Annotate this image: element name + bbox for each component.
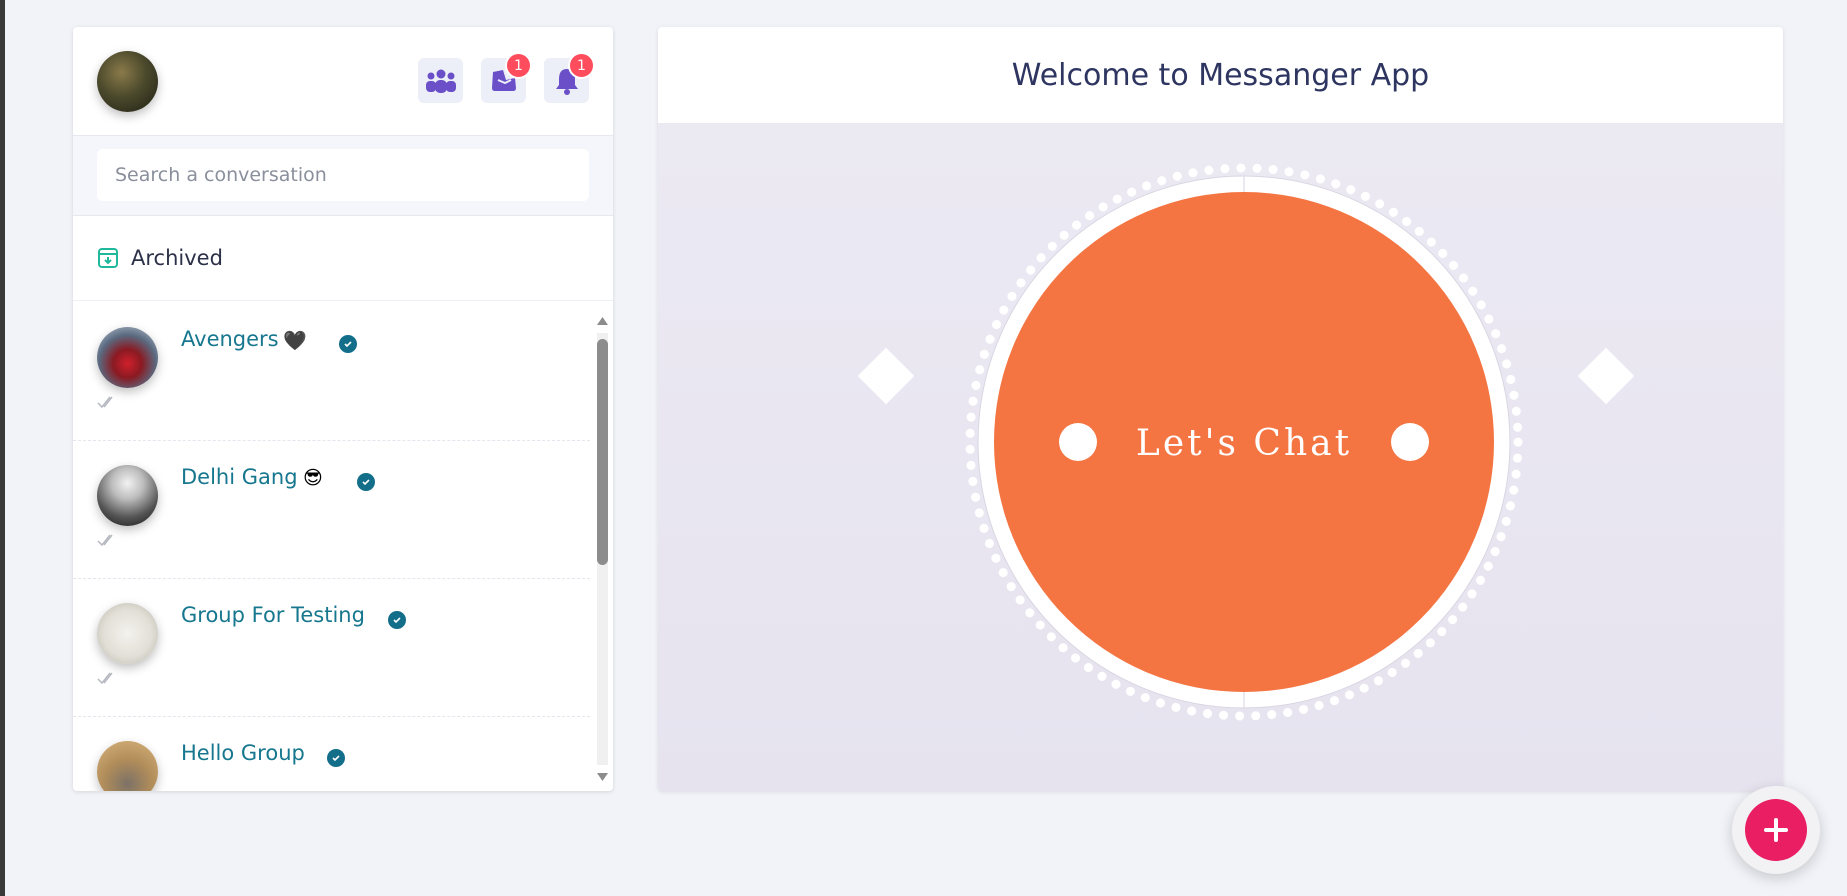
conversation-scrollbar[interactable] [596, 315, 609, 785]
archive-icon [98, 248, 118, 268]
user-avatar[interactable] [97, 51, 158, 112]
scroll-up-icon[interactable] [596, 315, 609, 327]
sidebar: 1 1 Archived Avengers 🖤 [73, 27, 613, 791]
main-header: Welcome to Messanger App [658, 27, 1783, 123]
list-item[interactable]: Group For Testing [73, 579, 590, 717]
notifications-button[interactable]: 1 [544, 52, 595, 103]
scrollbar-thumb[interactable] [597, 339, 608, 565]
archived-label: Archived [131, 246, 223, 270]
verified-icon [388, 611, 406, 629]
conversation-name: Avengers [181, 327, 279, 351]
read-ticks-icon [97, 396, 113, 409]
read-ticks-icon [97, 534, 113, 547]
sidebar-header: 1 1 [73, 27, 613, 136]
new-chat-button[interactable] [1732, 786, 1820, 874]
inbox-button[interactable]: 1 [481, 52, 532, 103]
conversation-name: Group For Testing [181, 603, 365, 627]
diamond-left-icon [857, 347, 915, 405]
main-panel: Welcome to Messanger App Let's Chat [658, 27, 1783, 791]
conversation-name: Hello Group [181, 741, 305, 765]
page-title: Welcome to Messanger App [1011, 57, 1430, 93]
dot-right [1391, 423, 1429, 461]
scroll-down-icon[interactable] [596, 771, 609, 783]
dot-left [1059, 423, 1097, 461]
diamond-right-icon [1577, 347, 1635, 405]
window-edge [0, 0, 5, 896]
list-item[interactable]: Hello Group [73, 717, 590, 791]
conversation-emoji: 😎 [303, 467, 323, 489]
conversation-list: Avengers 🖤 Delhi Gang 😎 Group For Testin… [73, 303, 613, 791]
groups-icon [425, 69, 456, 93]
lets-chat-illustration: Let's Chat [857, 163, 1635, 721]
list-item[interactable]: Delhi Gang 😎 [73, 441, 590, 579]
conversation-emoji: 🖤 [283, 330, 307, 352]
list-item[interactable]: Avengers 🖤 [73, 303, 590, 441]
verified-icon [339, 335, 357, 353]
conversation-avatar [97, 465, 158, 526]
verified-icon [327, 749, 345, 767]
conversation-avatar [97, 327, 158, 388]
fab-circle [1745, 799, 1807, 861]
inbox-badge: 1 [505, 52, 532, 79]
search-bar [73, 136, 613, 216]
archived-row[interactable]: Archived [73, 216, 613, 301]
conversation-avatar [97, 603, 158, 664]
plus-icon [1764, 818, 1788, 842]
conversation-avatar [97, 741, 158, 791]
read-ticks-icon [97, 672, 113, 685]
notifications-badge: 1 [568, 52, 595, 79]
search-input[interactable] [97, 149, 589, 201]
conversation-name: Delhi Gang [181, 465, 298, 489]
verified-icon [357, 473, 375, 491]
hero-label: Let's Chat [1136, 423, 1352, 464]
groups-button[interactable] [418, 58, 463, 103]
